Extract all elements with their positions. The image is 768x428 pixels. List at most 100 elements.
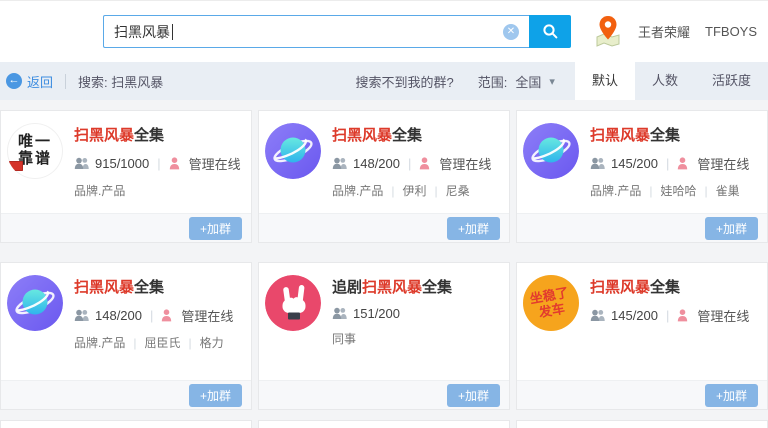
- text-caret: [172, 24, 173, 40]
- admin-person-icon: [161, 309, 172, 322]
- search-input[interactable]: 扫黑风暴 ✕: [103, 15, 529, 48]
- group-tag: 同事: [332, 330, 356, 347]
- stat-divider: |: [666, 156, 669, 171]
- member-count: 148/200: [353, 156, 400, 171]
- group-tag: 雀巢: [716, 182, 740, 199]
- scope-dropdown[interactable]: 范围: 全国 ▾: [478, 72, 555, 91]
- back-label: 返回: [27, 72, 53, 91]
- scope-label: 范围:: [478, 72, 508, 91]
- search-summary: 搜索: 扫黑风暴: [78, 72, 163, 91]
- group-tags: 品牌.产品|屈臣氏|格力: [74, 334, 241, 351]
- tag-separator: |: [649, 184, 652, 198]
- admin-online-status: 管理在线: [677, 154, 749, 173]
- join-group-button[interactable]: +加群: [705, 217, 758, 240]
- card-footer: +加群: [1, 380, 251, 409]
- admin-person-icon: [419, 157, 430, 170]
- card-footer: +加群: [517, 380, 767, 409]
- search-query-text: 扫黑风暴: [114, 22, 170, 42]
- search-icon: [542, 23, 559, 40]
- stat-divider: |: [157, 156, 160, 171]
- card-footer: +加群: [1, 213, 251, 242]
- group-tag: 屈臣氏: [144, 334, 180, 351]
- group-card[interactable]: 扫黑风暴全集 148/200 |: [258, 110, 510, 243]
- scope-value: 全国: [515, 72, 541, 91]
- member-count: 151/200: [353, 306, 400, 321]
- group-card[interactable]: 追剧扫黑风暴全集 151/200 同事: [258, 262, 510, 410]
- group-avatar: [265, 123, 321, 179]
- hot-link-1[interactable]: TFBOYS: [705, 24, 757, 39]
- tab-default[interactable]: 默认: [575, 62, 635, 100]
- location-map-icon[interactable]: [593, 14, 623, 50]
- group-card[interactable]: 扫黑风暴全集 145/200 |: [516, 110, 768, 243]
- group-tags: 同事: [332, 330, 499, 347]
- group-card[interactable]: 唯一靠谱 扫黑风暴全集: [0, 110, 252, 243]
- results-area: 唯一靠谱 扫黑风暴全集: [0, 100, 768, 428]
- group-tags: 品牌.产品|娃哈哈|雀巢: [590, 182, 757, 199]
- seal-stamp-icon: [9, 161, 23, 171]
- card-footer: +加群: [259, 213, 509, 242]
- partial-card: [0, 420, 252, 428]
- member-count: 145/200: [611, 308, 658, 323]
- member-count: 148/200: [95, 308, 142, 323]
- group-tag: 伊利: [402, 182, 426, 199]
- join-group-button[interactable]: +加群: [705, 384, 758, 407]
- admin-online-status: 管理在线: [169, 154, 241, 173]
- tab-activity[interactable]: 活跃度: [695, 62, 768, 100]
- group-title: 追剧扫黑风暴全集: [332, 276, 499, 297]
- group-tag: 格力: [200, 334, 224, 351]
- tab-member-count[interactable]: 人数: [635, 62, 695, 100]
- planet-icon: [523, 123, 579, 179]
- stat-divider: |: [150, 308, 153, 323]
- tag-separator: |: [434, 184, 437, 198]
- members-icon: [332, 157, 348, 170]
- group-avatar: [523, 123, 579, 179]
- tag-separator: |: [133, 336, 136, 350]
- join-group-button[interactable]: +加群: [447, 217, 500, 240]
- clear-search-icon[interactable]: ✕: [503, 24, 519, 40]
- admin-online-status: 管理在线: [161, 306, 233, 325]
- group-title: 扫黑风暴全集: [332, 124, 499, 145]
- group-title: 扫黑风暴全集: [74, 124, 241, 145]
- planet-icon: [265, 123, 321, 179]
- group-tag: 品牌.产品: [590, 182, 641, 199]
- group-tag: 尼桑: [446, 182, 470, 199]
- group-avatar: 唯一靠谱: [7, 123, 63, 179]
- members-icon: [590, 309, 606, 322]
- admin-person-icon: [677, 309, 688, 322]
- member-count: 145/200: [611, 156, 658, 171]
- group-tags: 品牌.产品|伊利|尼桑: [332, 182, 499, 199]
- stat-divider: |: [408, 156, 411, 171]
- partial-card: [516, 420, 768, 428]
- admin-person-icon: [677, 157, 688, 170]
- chevron-down-icon: ▾: [549, 75, 555, 88]
- top-search-bar: 扫黑风暴 ✕ 王者荣耀 TFBOYS 鹿晗: [0, 0, 768, 62]
- admin-online-status: 管理在线: [677, 306, 749, 325]
- group-title: 扫黑风暴全集: [590, 124, 757, 145]
- members-icon: [74, 309, 90, 322]
- hot-link-0[interactable]: 王者荣耀: [638, 22, 690, 41]
- group-tag: 品牌.产品: [74, 182, 125, 199]
- results-toolbar: ← 返回 搜索: 扫黑风暴 搜索不到我的群? 范围: 全国 ▾ 默认 人数 活跃…: [0, 62, 768, 100]
- group-title: 扫黑风暴全集: [74, 276, 241, 297]
- group-card[interactable]: 扫黑风暴全集 148/200 |: [0, 262, 252, 410]
- search-button[interactable]: [529, 15, 571, 48]
- back-arrow-icon: ←: [6, 73, 22, 89]
- back-button[interactable]: ← 返回: [6, 72, 53, 91]
- group-tag: 娃哈哈: [660, 182, 696, 199]
- tag-separator: |: [188, 336, 191, 350]
- admin-online-status: 管理在线: [419, 154, 491, 173]
- join-group-button[interactable]: +加群: [447, 384, 500, 407]
- members-icon: [74, 157, 90, 170]
- card-footer: +加群: [517, 213, 767, 242]
- group-tags: 品牌.产品: [74, 182, 241, 199]
- member-count: 915/1000: [95, 156, 149, 171]
- members-icon: [590, 157, 606, 170]
- members-icon: [332, 307, 348, 320]
- partial-next-row: [0, 420, 768, 428]
- card-footer: +加群: [259, 380, 509, 409]
- join-group-button[interactable]: +加群: [189, 384, 242, 407]
- cant-find-group-link[interactable]: 搜索不到我的群?: [356, 72, 454, 91]
- join-group-button[interactable]: +加群: [189, 217, 242, 240]
- group-card[interactable]: 坐稳了发车 扫黑风暴全集 145/200: [516, 262, 768, 410]
- admin-person-icon: [169, 157, 180, 170]
